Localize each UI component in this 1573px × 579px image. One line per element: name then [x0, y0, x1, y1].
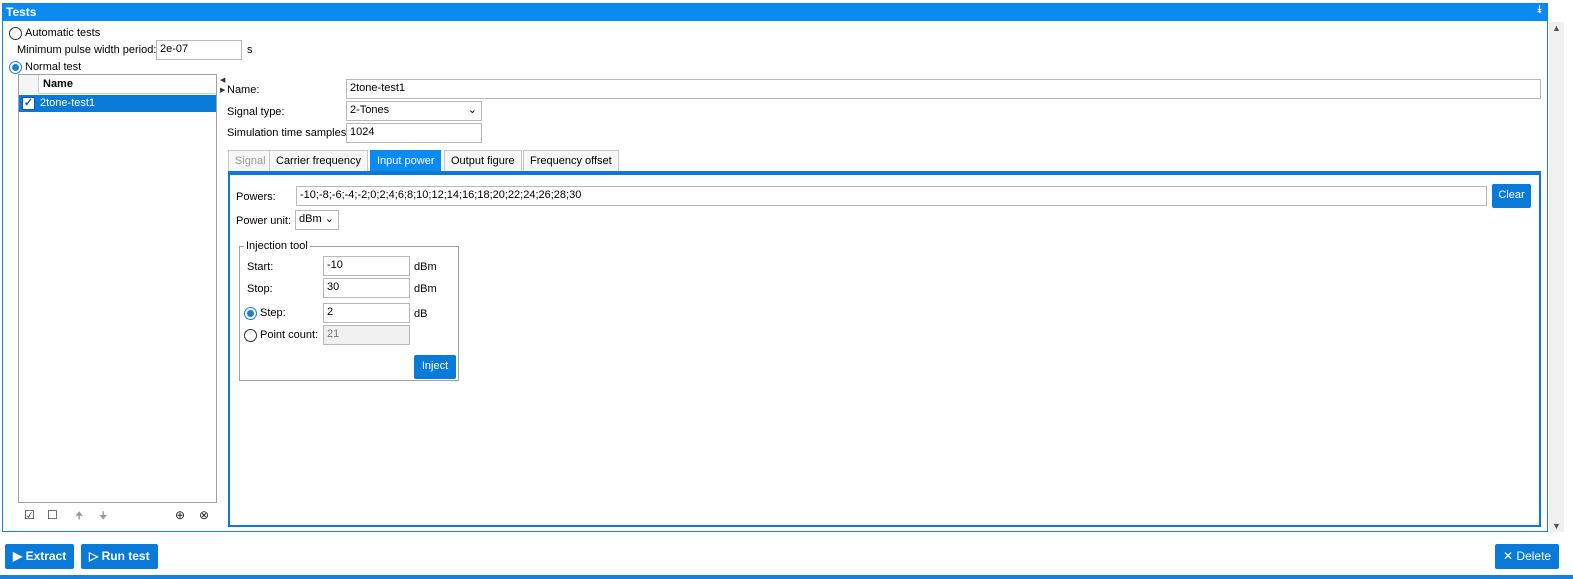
run-test-button-label: Run test — [101, 549, 150, 563]
name-value: 2tone-test1 — [350, 82, 406, 94]
power-unit-select[interactable]: dBm ⌄ — [295, 210, 339, 230]
signal-type-label: Signal type: — [227, 106, 285, 118]
clear-button-label: Clear — [1498, 189, 1525, 201]
step-label: Step: — [260, 307, 286, 319]
move-up-icon[interactable]: 🠉 — [75, 509, 83, 526]
normal-test-label: Normal test — [25, 61, 82, 73]
delete-button[interactable]: ✕ Delete — [1495, 544, 1560, 569]
normal-test-radio[interactable] — [9, 61, 22, 74]
test-row-checkbox[interactable]: ✓ — [22, 97, 35, 110]
play-circle-icon: ▷ — [89, 549, 99, 563]
point-count-input[interactable]: 21 — [323, 325, 410, 345]
test-row[interactable]: ✓ 2tone-test1 — [19, 95, 216, 112]
clear-button[interactable]: Clear — [1492, 184, 1531, 208]
tab-carrier-frequency[interactable]: Carrier frequency — [269, 150, 368, 172]
play-icon: ▶ — [13, 549, 23, 563]
signal-type-value: 2-Tones — [350, 104, 390, 116]
chevron-down-icon: ⌄ — [324, 213, 334, 225]
point-count-label: Point count: — [260, 329, 319, 341]
injection-tool-title: Injection tool — [244, 240, 310, 252]
signal-type-select[interactable]: 2-Tones ⌄ — [346, 101, 482, 121]
tab-frequency-offset[interactable]: Frequency offset — [523, 150, 619, 172]
powers-label: Powers: — [236, 191, 276, 203]
tab-signal-label: Signal — [235, 155, 266, 167]
inject-button-label: Inject — [421, 360, 449, 372]
min-pulse-input[interactable]: 2e-07 — [156, 40, 242, 60]
close-icon: ✕ — [1503, 549, 1514, 563]
stop-unit: dBm — [414, 283, 437, 295]
min-pulse-label: Minimum pulse width period: — [17, 44, 157, 56]
tab-frequency-offset-label: Frequency offset — [530, 155, 612, 167]
remove-test-icon[interactable]: ⊗ — [199, 508, 209, 522]
extract-button-label: Extract — [25, 549, 67, 563]
start-label: Start: — [247, 261, 274, 273]
stop-label: Stop: — [247, 283, 273, 295]
scroll-down-icon[interactable]: ▼ — [1549, 520, 1564, 532]
min-pulse-value: 2e-07 — [160, 43, 189, 55]
chevron-down-icon: ⌄ — [467, 104, 477, 116]
step-unit: dB — [414, 308, 428, 320]
sim-samples-value: 1024 — [350, 126, 375, 138]
automatic-tests-label: Automatic tests — [25, 27, 101, 39]
run-test-button[interactable]: ▷ Run test — [81, 544, 158, 569]
bottom-accent-line — [0, 575, 1573, 579]
check-all-icon[interactable]: ☑ — [24, 508, 35, 522]
name-label: Name: — [227, 84, 260, 96]
vertical-scrollbar[interactable]: ▲ ▼ — [1549, 22, 1564, 532]
splitter-left-icon[interactable]: ◀ — [220, 76, 225, 84]
start-unit: dBm — [414, 261, 437, 273]
tab-input-power[interactable]: Input power — [370, 150, 442, 173]
step-radio[interactable] — [244, 307, 257, 320]
panel-title-bar: Tests ⯯ — [3, 4, 1547, 21]
test-list-header: Name — [19, 75, 216, 94]
start-input[interactable]: -10 — [323, 256, 410, 276]
min-pulse-unit: s — [247, 44, 253, 56]
tab-carrier-frequency-label: Carrier frequency — [276, 155, 361, 167]
sim-samples-label: Simulation time samples: — [227, 127, 350, 139]
stop-input[interactable]: 30 — [323, 278, 410, 298]
powers-input[interactable]: -10;-8;-6;-4;-2;0;2;4;6;8;10;12;14;16;18… — [296, 186, 1487, 206]
add-test-icon[interactable]: ⊕ — [175, 508, 185, 522]
splitter-right-icon[interactable]: ▶ — [220, 86, 225, 94]
step-input[interactable]: 2 — [323, 303, 410, 323]
move-down-icon[interactable]: 🠋 — [99, 509, 107, 526]
header-check-column — [19, 75, 39, 94]
delete-button-label: Delete — [1516, 549, 1552, 563]
tab-signal[interactable]: Signal — [228, 150, 273, 172]
tab-output-figure[interactable]: Output figure — [444, 150, 522, 172]
powers-value: -10;-8;-6;-4;-2;0;2;4;6;8;10;12;14;16;18… — [300, 189, 582, 201]
point-count-radio[interactable] — [244, 329, 257, 342]
name-input[interactable]: 2tone-test1 — [346, 79, 1541, 99]
panel-title: Tests — [6, 5, 37, 19]
uncheck-all-icon[interactable]: ☐ — [47, 508, 58, 522]
automatic-tests-radio[interactable] — [9, 27, 22, 40]
tab-input-power-label: Input power — [377, 155, 435, 167]
power-unit-value: dBm — [299, 213, 322, 225]
name-column-header[interactable]: Name — [43, 78, 73, 90]
test-list: Name ✓ 2tone-test1 — [18, 74, 217, 503]
test-row-name: 2tone-test1 — [40, 97, 96, 109]
sim-samples-input[interactable]: 1024 — [346, 123, 482, 143]
collapse-icon[interactable]: ⯯ — [1536, 4, 1543, 17]
step-value: 2 — [327, 306, 334, 318]
power-unit-label: Power unit: — [236, 215, 292, 227]
scroll-up-icon[interactable]: ▲ — [1549, 22, 1564, 34]
inject-button[interactable]: Inject — [414, 355, 456, 379]
point-count-value: 21 — [327, 328, 340, 340]
extract-button[interactable]: ▶ Extract — [5, 544, 75, 569]
stop-value: 30 — [327, 281, 340, 293]
tab-output-figure-label: Output figure — [451, 155, 515, 167]
start-value: -10 — [327, 259, 343, 271]
